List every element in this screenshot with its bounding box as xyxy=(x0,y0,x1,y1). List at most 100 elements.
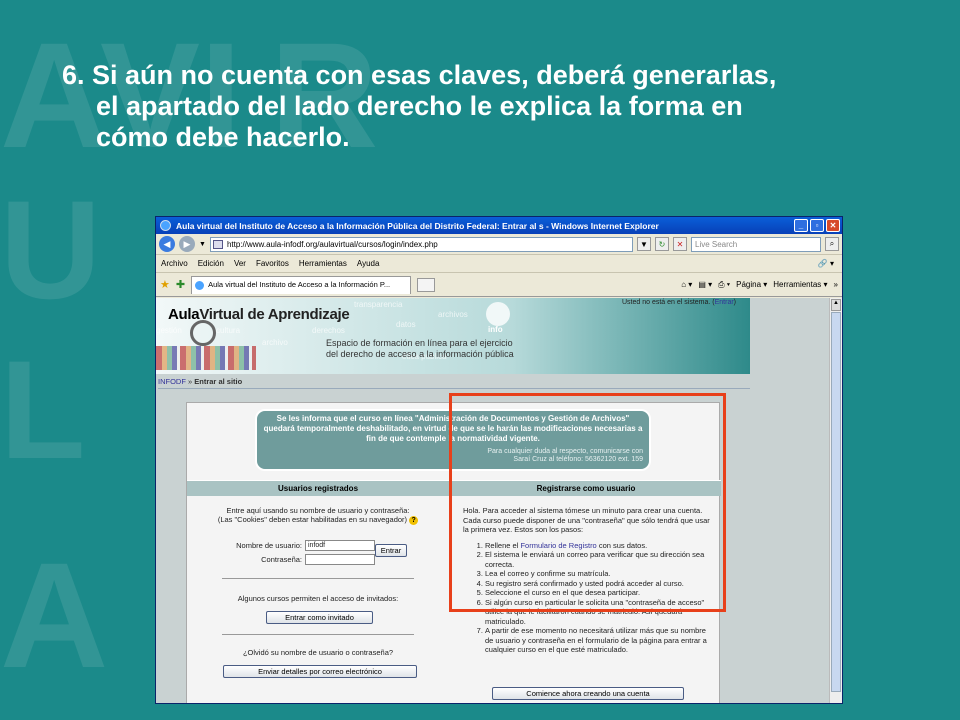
links-icon[interactable]: 🔗 ▾ xyxy=(818,259,842,268)
page-icon xyxy=(212,239,223,249)
password-row: Contraseña: xyxy=(227,554,375,565)
scroll-up-icon[interactable]: ▲ xyxy=(831,299,841,311)
infodf-logo-icon xyxy=(486,302,510,326)
ghost-word: transparencia xyxy=(354,300,403,309)
breadcrumb-sep: » xyxy=(185,377,195,386)
login-intro-1: Entre aquí usando su nombre de usuario y… xyxy=(226,506,410,515)
maximize-icon[interactable]: ▫ xyxy=(810,219,824,232)
send-details-button[interactable]: Enviar detalles por correo electrónico xyxy=(223,665,417,678)
username-label: Nombre de usuario: xyxy=(236,541,302,550)
url-field[interactable]: http://www.aula-infodf.org/aulavirtual/c… xyxy=(209,236,633,252)
feeds-icon[interactable]: ▤ ▾ xyxy=(698,280,712,289)
vertical-scrollbar[interactable]: ▲ xyxy=(829,298,842,703)
favorites-star-icon[interactable]: ★ xyxy=(160,278,170,291)
refresh-icon[interactable]: ↻ xyxy=(655,237,669,251)
username-input[interactable]: infodf xyxy=(305,540,375,551)
books-image xyxy=(156,346,256,370)
highlight-box xyxy=(449,393,726,612)
forgot-text: ¿Olvidó su nombre de usuario o contraseñ… xyxy=(242,648,394,657)
menu-edicion[interactable]: Edición xyxy=(198,259,224,268)
slide-title-line-1: 6. Si aún no cuenta con esas claves, deb… xyxy=(62,60,777,90)
menu-bar: Archivo Edición Ver Favoritos Herramient… xyxy=(156,255,842,273)
login-button[interactable]: Entrar xyxy=(375,544,407,557)
tagline-line-1: Espacio de formación en línea para el ej… xyxy=(326,338,513,348)
address-bar: ◀ ▶ ▼ http://www.aula-infodf.org/aulavir… xyxy=(156,234,842,255)
menu-herramientas[interactable]: Herramientas xyxy=(299,259,347,268)
site-logo: AulaVirtual de Aprendizaje xyxy=(168,306,350,323)
tab-ie-icon xyxy=(195,280,205,290)
login-column: Entre aquí usando su nombre de usuario y… xyxy=(187,496,449,703)
breadcrumb: INFODF » Entrar al sitio xyxy=(158,377,750,389)
magnifier-icon xyxy=(190,320,216,346)
login-intro-2: (Las "Cookies" deben estar habilitadas e… xyxy=(187,515,449,525)
divider xyxy=(222,634,414,635)
ghost-word: derechos xyxy=(312,326,345,335)
breadcrumb-current: Entrar al sitio xyxy=(194,377,243,386)
forward-icon[interactable]: ▶ xyxy=(179,236,195,252)
ghost-word: archivo xyxy=(262,338,288,347)
divider xyxy=(222,578,414,579)
menu-ver[interactable]: Ver xyxy=(234,259,246,268)
home-icon[interactable]: ⌂ ▾ xyxy=(681,280,692,289)
notice-text-1: Se les informa que el curso en línea xyxy=(276,414,415,423)
close-icon[interactable]: ✕ xyxy=(826,219,840,232)
tab-label: Aula virtual del Instituto de Acceso a l… xyxy=(208,279,391,289)
menu-archivo[interactable]: Archivo xyxy=(161,259,188,268)
username-row: Nombre de usuario: infodf xyxy=(227,540,375,551)
new-tab-icon[interactable] xyxy=(417,277,436,292)
ghost-word: archivos xyxy=(438,310,468,319)
password-input[interactable] xyxy=(305,554,375,565)
breadcrumb-home[interactable]: INFODF xyxy=(158,377,186,386)
slide-title-line-2: el apartado del lado derecho le explica … xyxy=(96,91,743,121)
tab-aula-virtual[interactable]: Aula virtual del Instituto de Acceso a l… xyxy=(191,275,412,294)
user-status-close: ) xyxy=(733,299,737,306)
ghost-word: datos xyxy=(396,320,416,329)
login-link[interactable]: Entrar xyxy=(715,299,734,306)
user-status-text: Usted no está en el sistema. ( xyxy=(622,299,715,306)
ie-icon xyxy=(160,220,171,231)
bg-letter-a2: A xyxy=(0,531,109,699)
create-account-button[interactable]: Comience ahora creando una cuenta xyxy=(492,687,684,700)
search-input[interactable]: Live Search xyxy=(691,236,821,252)
slide-title-line-3: cómo debe hacerlo. xyxy=(96,122,350,152)
guest-login-button[interactable]: Entrar como invitado xyxy=(266,611,373,624)
ghost-word: gestión xyxy=(156,326,182,335)
add-favorite-icon[interactable]: ✚ xyxy=(176,278,185,291)
login-form: Nombre de usuario: infodf Contraseña: xyxy=(227,540,375,568)
menu-favoritos[interactable]: Favoritos xyxy=(256,259,289,268)
minimize-icon[interactable]: _ xyxy=(794,219,808,232)
site-logo-aula: Aula xyxy=(168,306,200,323)
ghost-word: cultura xyxy=(216,326,241,335)
signup-step: A partir de ese momento no necesitará ut… xyxy=(485,626,711,655)
history-dropdown-icon[interactable]: ▼ xyxy=(199,241,206,248)
site-banner: transparencia archivos cultura derechos … xyxy=(156,298,750,374)
scrollbar-thumb[interactable] xyxy=(831,312,841,692)
chevron-right-icon[interactable]: » xyxy=(834,280,838,289)
window-titlebar: Aula virtual del Instituto de Acceso a l… xyxy=(156,217,842,234)
user-status: Usted no está en el sistema. (Entrar) xyxy=(622,299,736,306)
bg-letter-u: U xyxy=(0,171,102,328)
menu-ayuda[interactable]: Ayuda xyxy=(357,259,380,268)
password-label: Contraseña: xyxy=(261,555,302,564)
window-title: Aula virtual del Instituto de Acceso a l… xyxy=(176,220,659,231)
bg-letter-l: L xyxy=(0,331,86,488)
page-menu[interactable]: Página ▾ xyxy=(736,280,767,289)
url-dropdown-icon[interactable]: ▼ xyxy=(637,237,651,251)
url-text: http://www.aula-infodf.org/aulavirtual/c… xyxy=(226,239,438,249)
site-tagline: Espacio de formación en línea para el ej… xyxy=(326,338,514,360)
search-icon[interactable]: ⌕ xyxy=(825,237,839,251)
browser-window: Aula virtual del Instituto de Acceso a l… xyxy=(155,216,843,704)
login-intro-2-text: (Las "Cookies" deben estar habilitadas e… xyxy=(217,515,408,524)
registered-users-header: Usuarios registrados xyxy=(187,480,449,496)
tools-menu[interactable]: Herramientas ▾ xyxy=(773,280,827,289)
help-icon[interactable]: ? xyxy=(409,516,419,525)
tab-bar: ★ ✚ Aula virtual del Instituto de Acceso… xyxy=(156,273,842,297)
site-logo-rest: Virtual de Aprendizaje xyxy=(199,306,350,323)
stop-icon[interactable]: ✕ xyxy=(673,237,687,251)
print-icon[interactable]: ⎙ ▾ xyxy=(718,280,730,290)
back-icon[interactable]: ◀ xyxy=(159,236,175,252)
page-menu-label: Página xyxy=(736,280,762,289)
slide-title: 6. Si aún no cuenta con esas claves, deb… xyxy=(62,60,942,153)
infodf-logo-text: info xyxy=(488,325,503,334)
tagline-line-2: del derecho de acceso a la información p… xyxy=(326,349,514,359)
